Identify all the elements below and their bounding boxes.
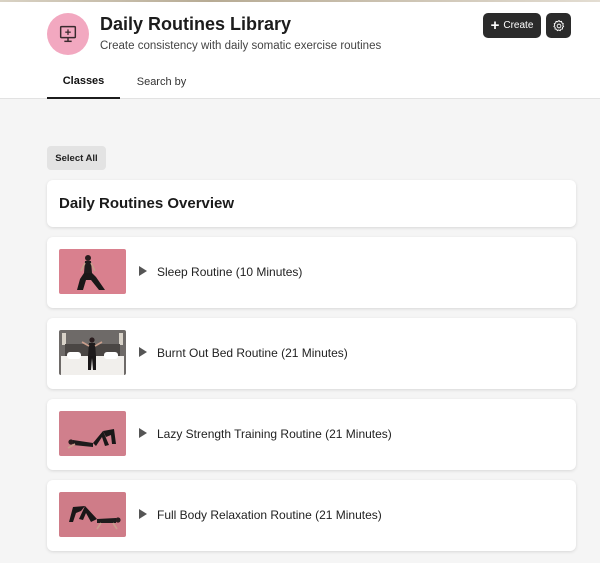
tab-classes[interactable]: Classes bbox=[47, 64, 120, 99]
routine-card-burnt-out-bed[interactable]: Burnt Out Bed Routine (21 Minutes) bbox=[47, 318, 576, 389]
routine-title: Full Body Relaxation Routine (21 Minutes… bbox=[157, 508, 382, 522]
plus-icon: + bbox=[490, 17, 500, 34]
library-logo bbox=[47, 13, 89, 55]
play-icon bbox=[139, 347, 147, 357]
routine-title: Lazy Strength Training Routine (21 Minut… bbox=[157, 427, 392, 441]
page-subtitle: Create consistency with daily somatic ex… bbox=[100, 40, 382, 52]
play-icon bbox=[139, 509, 147, 519]
routine-card-full-body-relaxation[interactable]: Full Body Relaxation Routine (21 Minutes… bbox=[47, 480, 576, 551]
play-icon bbox=[139, 266, 147, 276]
settings-button[interactable] bbox=[546, 13, 571, 38]
select-all-button[interactable]: Select All bbox=[47, 146, 106, 170]
page-header: Daily Routines Library Create consistenc… bbox=[0, 2, 600, 99]
routine-card-lazy-strength[interactable]: Lazy Strength Training Routine (21 Minut… bbox=[47, 399, 576, 470]
routine-thumbnail bbox=[59, 330, 126, 375]
play-icon bbox=[139, 428, 147, 438]
overview-card: Daily Routines Overview bbox=[47, 180, 576, 227]
routine-thumbnail bbox=[59, 249, 126, 294]
routine-thumbnail bbox=[59, 492, 126, 537]
routine-card-sleep[interactable]: Sleep Routine (10 Minutes) bbox=[47, 237, 576, 308]
routine-title: Sleep Routine (10 Minutes) bbox=[157, 265, 303, 279]
routine-thumbnail bbox=[59, 411, 126, 456]
gear-icon bbox=[552, 19, 564, 31]
create-button-label: Create bbox=[503, 20, 534, 31]
page-title: Daily Routines Library bbox=[100, 14, 292, 34]
create-button[interactable]: + Create bbox=[483, 13, 541, 38]
routine-title: Burnt Out Bed Routine (21 Minutes) bbox=[157, 346, 348, 360]
tab-search-by[interactable]: Search by bbox=[125, 64, 198, 99]
overview-title: Daily Routines Overview bbox=[59, 195, 235, 212]
monitor-icon bbox=[59, 25, 77, 43]
